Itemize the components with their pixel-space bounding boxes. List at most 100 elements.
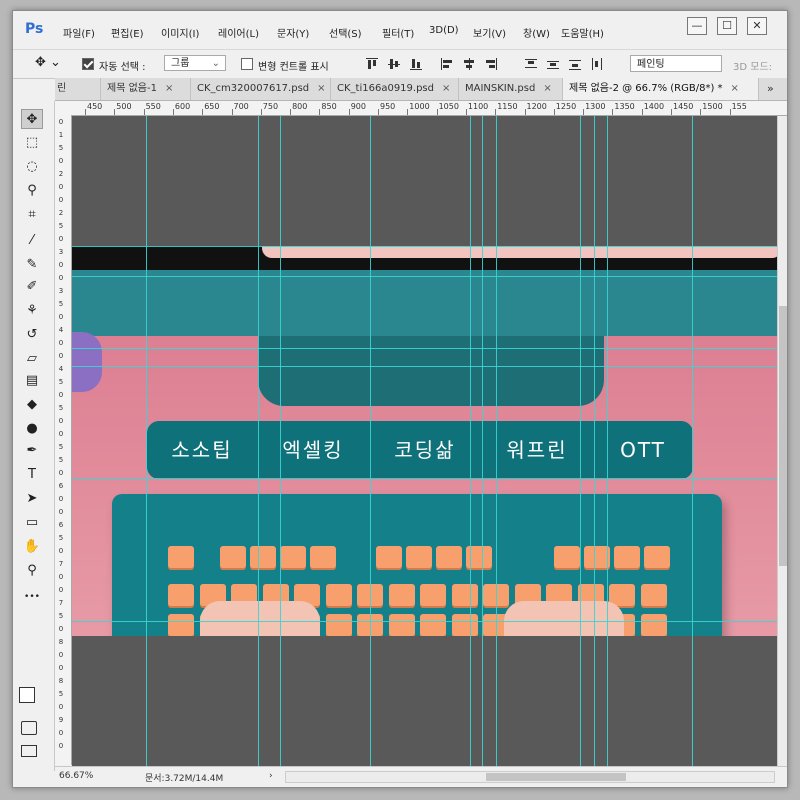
nav-item-codinglife[interactable]: 코딩삶 [369,421,481,479]
minimize-button[interactable]: — [687,17,707,35]
auto-select-dropdown[interactable]: 그룹 ⌄ [164,55,226,71]
guide-vertical[interactable] [370,116,371,766]
close-icon[interactable]: × [731,83,739,94]
menu-view[interactable]: 보기(V) [473,25,506,40]
guide-vertical[interactable] [594,116,595,766]
tab-doc-0[interactable]: 린 [55,78,101,100]
menu-help[interactable]: 도움말(H) [561,25,604,40]
guide-horizontal[interactable] [72,348,777,349]
dodge-tool-icon[interactable]: ● [21,419,43,439]
lasso-tool-icon[interactable]: ◌ [21,157,43,177]
menu-filter[interactable]: 필터(T) [382,25,414,40]
workspace-switcher[interactable]: 페인팅 [630,55,722,72]
clone-stamp-tool-icon[interactable]: ⚘ [21,301,43,321]
close-icon[interactable]: × [165,83,173,94]
transform-controls-checkbox[interactable] [241,58,253,70]
guide-horizontal[interactable] [72,621,777,622]
tab-doc-4[interactable]: MAINSKIN.psd × [459,78,563,100]
horizontal-scroll-thumb[interactable] [486,773,626,781]
vertical-scroll-thumb[interactable] [779,306,787,566]
gradient-tool-icon[interactable]: ▤ [21,371,43,391]
path-selection-tool-icon[interactable]: ➤ [21,489,43,509]
vertical-scrollbar[interactable] [777,116,787,766]
screen-mode-icon[interactable] [21,745,37,757]
status-arrow-icon[interactable]: › [269,771,273,781]
move-tool-icon[interactable]: ✥ [21,109,43,129]
menu-3d[interactable]: 3D(D) [429,25,459,36]
auto-select-checkbox[interactable] [82,58,94,70]
guide-vertical[interactable] [692,116,693,766]
menu-layer[interactable]: 레이어(L) [218,25,259,40]
menu-image[interactable]: 이미지(I) [161,25,199,40]
more-tools-icon[interactable]: ••• [21,587,43,607]
healing-brush-tool-icon[interactable]: ✎ [21,255,43,275]
align-right-icon[interactable] [485,58,497,70]
zoom-level[interactable]: 66.67% [59,771,93,781]
guide-vertical[interactable] [470,116,471,766]
align-vcenter-icon[interactable] [388,58,400,70]
close-icon[interactable]: × [543,83,551,94]
ruler-origin[interactable] [55,101,72,116]
distribute-top-icon[interactable] [525,58,537,70]
guide-vertical[interactable] [146,116,147,766]
guide-vertical[interactable] [280,116,281,766]
eraser-tool-icon[interactable]: ▱ [21,349,43,369]
guide-vertical[interactable] [580,116,581,766]
tab-doc-1[interactable]: 제목 없음-1 × [101,78,191,100]
tab-doc-5-active[interactable]: 제목 없음-2 @ 66.7% (RGB/8*) * × [563,78,759,100]
tabs-overflow-icon[interactable]: » [767,82,774,95]
nav-item-ott[interactable]: OTT [593,421,693,479]
menu-edit[interactable]: 편집(E) [111,25,144,40]
menu-file[interactable]: 파일(F) [63,25,95,40]
tab-doc-3[interactable]: CK_ti166a0919.psd × [331,78,459,100]
horizontal-scrollbar[interactable] [285,771,775,783]
brush-tool-icon[interactable]: ✐ [21,277,43,297]
distribute-vcenter-icon[interactable] [547,58,559,70]
menu-type[interactable]: 문자(Y) [277,25,309,40]
nav-item-warprin[interactable]: 워프린 [481,421,593,479]
eyedropper-tool-icon[interactable]: ⁄ [21,231,43,251]
align-left-icon[interactable] [441,58,453,70]
distribute-bottom-icon[interactable] [569,58,581,70]
tab-doc-2[interactable]: CK_cm320007617.psd × [191,78,331,100]
guide-horizontal[interactable] [72,246,777,247]
shape-tool-icon[interactable]: ▭ [21,513,43,533]
align-bottom-icon[interactable] [410,58,422,70]
guide-horizontal[interactable] [72,276,777,277]
canvas-area[interactable]: 소소팁 엑셀킹 코딩삶 워프린 OTT [72,116,777,766]
align-top-icon[interactable] [366,58,378,70]
distribute-left-icon[interactable] [591,58,603,70]
menu-select[interactable]: 선택(S) [329,25,362,40]
marquee-tool-icon[interactable]: ⬚ [21,133,43,153]
vertical-ruler[interactable]: 0 1 5 0 2 0 0 2 5 0 3 0 0 3 5 0 4 0 0 4 5 0 5 0 0 5 5 0 6 0 0 6 5 0 7 0 0 7 5 0… [55,115,72,765]
guide-horizontal[interactable] [72,478,777,479]
magic-wand-tool-icon[interactable]: ⚲ [21,181,43,201]
close-icon[interactable]: × [442,83,450,94]
align-hcenter-icon[interactable] [463,58,475,70]
pen-tool-icon[interactable]: ✒ [21,441,43,461]
maximize-button[interactable]: ☐ [717,17,737,35]
guide-horizontal[interactable] [72,366,777,367]
type-tool-icon[interactable]: T [21,465,43,485]
guide-vertical[interactable] [607,116,608,766]
close-icon[interactable]: × [317,83,325,94]
close-button[interactable]: ✕ [747,17,767,35]
menu-window[interactable]: 창(W) [523,25,550,40]
document-canvas[interactable]: 소소팁 엑셀킹 코딩삶 워프린 OTT [72,246,777,636]
move-tool-icon[interactable]: ✥ ⌄ [35,55,61,70]
ruler-tick-label: 2 [58,209,64,217]
nav-item-excelking[interactable]: 엑셀킹 [257,421,369,479]
blur-tool-icon[interactable]: ◆ [21,395,43,415]
guide-vertical[interactable] [482,116,483,766]
history-brush-tool-icon[interactable]: ↺ [21,325,43,345]
horizontal-ruler[interactable]: 450 500 550 600 650 700 750 800 850 900 950 1000 105… [71,101,787,116]
hand-tool-icon[interactable]: ✋ [21,537,43,557]
crop-tool-icon[interactable]: ⌗ [21,205,43,225]
guide-vertical[interactable] [496,116,497,766]
zoom-tool-icon[interactable]: ⚲ [21,561,43,581]
foreground-color-swatch[interactable] [19,687,35,703]
quick-mask-icon[interactable] [21,721,37,735]
guide-vertical[interactable] [258,116,259,766]
nav-item-sosotip[interactable]: 소소팁 [147,421,257,479]
keyboard-key [406,546,432,568]
